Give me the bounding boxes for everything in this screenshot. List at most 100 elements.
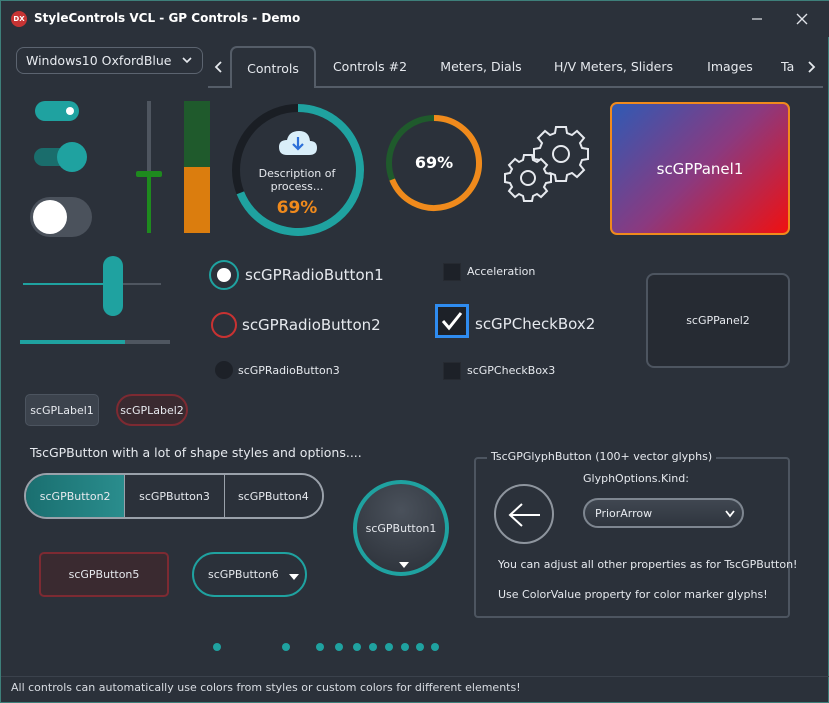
page-dot[interactable] — [316, 643, 324, 651]
level-bar — [184, 101, 210, 233]
gp-button-6[interactable]: scGPButton6 — [192, 552, 307, 597]
progress-bar-fill — [20, 340, 125, 344]
gp-button-2[interactable]: scGPButton2 — [26, 475, 126, 517]
progress-bar — [20, 340, 170, 344]
checkbox-acceleration[interactable] — [443, 263, 461, 281]
page-dot[interactable] — [416, 643, 424, 651]
gp-button-1-label: scGPButton1 — [365, 521, 437, 535]
gp-button-3[interactable]: scGPButton3 — [125, 475, 225, 517]
minimize-button[interactable] — [747, 9, 767, 29]
close-icon — [796, 13, 808, 25]
glyph-kind-dropdown[interactable]: PriorArrow — [583, 498, 744, 528]
style-combobox-value: Windows10 OxfordBlue — [26, 53, 172, 68]
checkbox-2[interactable] — [435, 304, 469, 338]
status-bar-text: All controls can automatically use color… — [11, 681, 521, 694]
button-section-heading: TscGPButton with a lot of shape styles a… — [30, 445, 362, 460]
gears-icon — [504, 126, 589, 202]
vertical-slider-track[interactable] — [136, 101, 162, 233]
tab-label: Controls — [247, 60, 299, 76]
toggle-knob — [57, 142, 87, 172]
radio-button-1[interactable] — [209, 260, 239, 290]
checkbox-acceleration-label[interactable]: Acceleration — [467, 265, 535, 278]
chevron-down-icon — [182, 57, 192, 64]
checkmark-icon — [441, 312, 463, 331]
title-bar[interactable]: DX StyleControls VCL - GP Controls - Dem… — [1, 1, 829, 37]
radio-button-1-label[interactable]: scGPRadioButton1 — [245, 266, 384, 284]
gp-button-4[interactable]: scGPButton4 — [224, 475, 322, 517]
radio-button-2[interactable] — [211, 312, 237, 338]
glyph-note-2: Use ColorValue property for color marker… — [498, 588, 768, 601]
gp-button-5-label: scGPButton5 — [68, 568, 140, 581]
tab-partial[interactable]: Ta — [781, 46, 799, 87]
checkbox-2-label[interactable]: scGPCheckBox2 — [475, 315, 595, 333]
glyph-kind-label: GlyphOptions.Kind: — [583, 472, 689, 485]
tab-label: Controls #2 — [332, 59, 408, 74]
app-icon: DX — [11, 11, 27, 27]
chevron-down-icon — [725, 510, 735, 518]
tab-controls-2[interactable]: Controls #2 — [323, 46, 417, 87]
horizontal-slider-thumb[interactable] — [102, 256, 123, 316]
page-dot[interactable] — [431, 643, 439, 651]
horizontal-slider-track[interactable] — [23, 256, 161, 316]
radio-button-3-label[interactable]: scGPRadioButton3 — [238, 364, 340, 377]
page-dot[interactable] — [385, 643, 393, 651]
gp-button-4-label: scGPButton4 — [237, 489, 309, 503]
panel-1-label: scGPPanel1 — [656, 159, 744, 178]
horizontal-slider-fill — [23, 283, 113, 285]
gp-button-1[interactable]: scGPButton1 — [353, 480, 449, 576]
panel-2: scGPPanel2 — [646, 273, 790, 368]
gp-label-1-text: scGPLabel1 — [30, 403, 94, 417]
style-combobox[interactable]: Windows10 OxfordBlue — [16, 47, 203, 74]
checkbox-3[interactable] — [443, 362, 461, 380]
small-meter-value: 69% — [414, 153, 454, 172]
page-dot[interactable] — [369, 643, 377, 651]
radio-button-2-label[interactable]: scGPRadioButton2 — [242, 316, 381, 334]
tab-label: H/V Meters, Sliders — [554, 59, 673, 74]
gp-button-5[interactable]: scGPButton5 — [39, 552, 169, 597]
cloud-download-icon — [279, 131, 317, 155]
progress-dial-value: 69% — [276, 198, 318, 218]
tab-label: Ta — [781, 59, 795, 74]
page-dot[interactable] — [282, 643, 290, 651]
toggle-switch-2[interactable] — [34, 142, 87, 172]
radio-button-1-mark — [217, 268, 231, 282]
tab-label: Meters, Dials — [440, 59, 522, 74]
tab-label: Images — [707, 59, 753, 74]
glyph-note-1: You can adjust all other properties as f… — [498, 558, 798, 571]
close-button[interactable] — [792, 9, 812, 29]
panel-2-label: scGPPanel2 — [686, 314, 750, 327]
gp-label-2: scGPLabel2 — [116, 394, 188, 426]
page-dot[interactable] — [335, 643, 343, 651]
toggle-switch-3[interactable] — [30, 197, 92, 237]
gp-button-3-label: scGPButton3 — [139, 489, 210, 503]
radio-button-3[interactable] — [215, 361, 233, 379]
toggle-knob — [33, 200, 67, 234]
gp-label-1: scGPLabel1 — [25, 394, 99, 426]
vertical-slider-thumb[interactable] — [136, 170, 162, 177]
tab-controls[interactable]: Controls — [230, 46, 316, 88]
chevron-right-icon — [808, 60, 816, 73]
glyph-button[interactable] — [494, 484, 554, 544]
level-bar-fill — [184, 167, 210, 233]
toggle-switch-1[interactable] — [35, 101, 79, 121]
caret-down-icon — [289, 574, 299, 580]
page-dot[interactable] — [353, 643, 361, 651]
tab-images[interactable]: Images — [691, 46, 769, 87]
page-dot[interactable] — [213, 643, 221, 651]
segmented-button-group: scGPButton2 scGPButton3 scGPButton4 — [24, 473, 324, 519]
page-dot[interactable] — [401, 643, 409, 651]
toggle-knob — [66, 107, 74, 115]
chevron-left-icon — [214, 60, 222, 73]
glyph-button-group-title: TscGPGlyphButton (100+ vector glyphs) — [487, 450, 717, 463]
panel-1: scGPPanel1 — [610, 102, 790, 235]
gp-button-2-label: scGPButton2 — [39, 489, 111, 503]
caret-down-icon — [399, 562, 409, 568]
tab-hv-meters-sliders[interactable]: H/V Meters, Sliders — [546, 46, 681, 87]
main-window: DX StyleControls VCL - GP Controls - Dem… — [0, 0, 829, 703]
tab-scroll-right-button[interactable] — [801, 48, 821, 85]
checkbox-3-label[interactable]: scGPCheckBox3 — [467, 364, 555, 377]
tab-scroll-left-button[interactable] — [209, 48, 229, 85]
gp-label-2-text: scGPLabel2 — [120, 403, 184, 417]
tab-meters-dials[interactable]: Meters, Dials — [426, 46, 536, 87]
prior-arrow-icon — [508, 503, 540, 527]
